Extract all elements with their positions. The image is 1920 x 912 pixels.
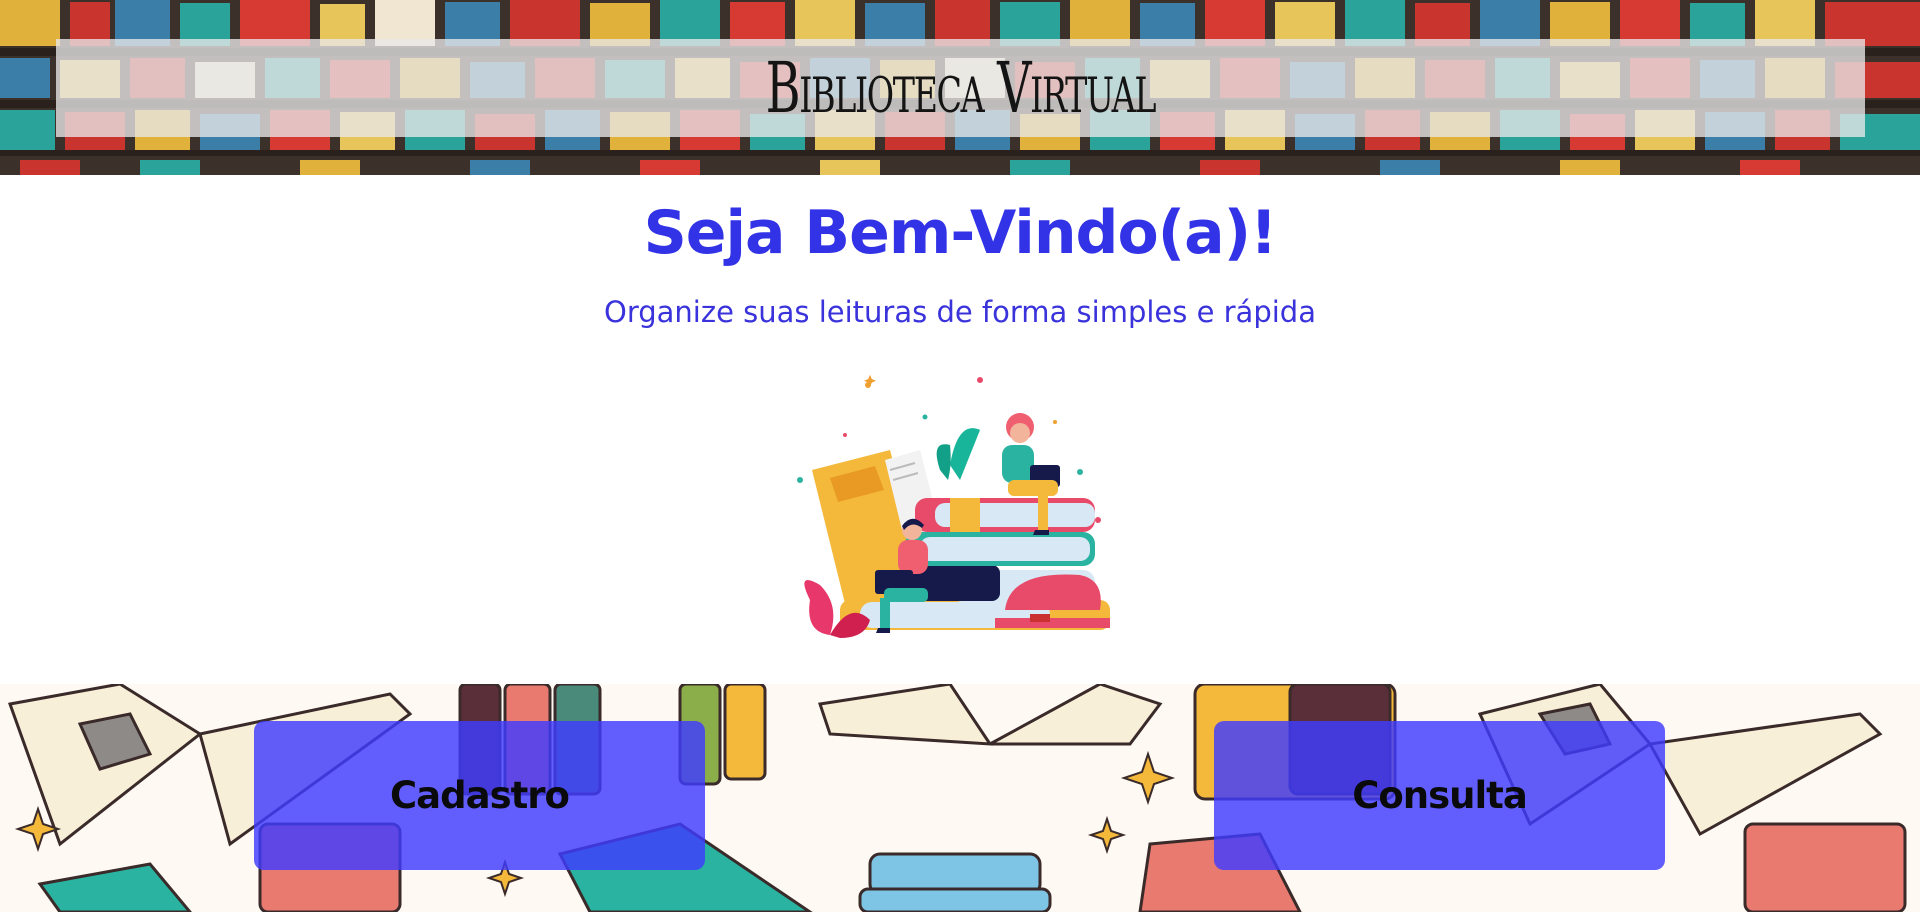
consulta-button[interactable]: Consulta bbox=[1214, 721, 1665, 870]
site-title: Biblioteca Virtual bbox=[765, 47, 1157, 129]
people-reading-on-books-illustration bbox=[797, 374, 1110, 638]
title-box: Biblioteca Virtual bbox=[56, 39, 1865, 137]
welcome-subtitle: Organize suas leituras de forma simples … bbox=[604, 295, 1316, 329]
header-banner: Biblioteca Virtual bbox=[0, 0, 1920, 175]
cadastro-button[interactable]: Cadastro bbox=[254, 721, 705, 870]
bottom-illustration-band: Cadastro Consulta bbox=[0, 684, 1920, 912]
welcome-title: Seja Bem-Vindo(a)! bbox=[643, 198, 1278, 268]
